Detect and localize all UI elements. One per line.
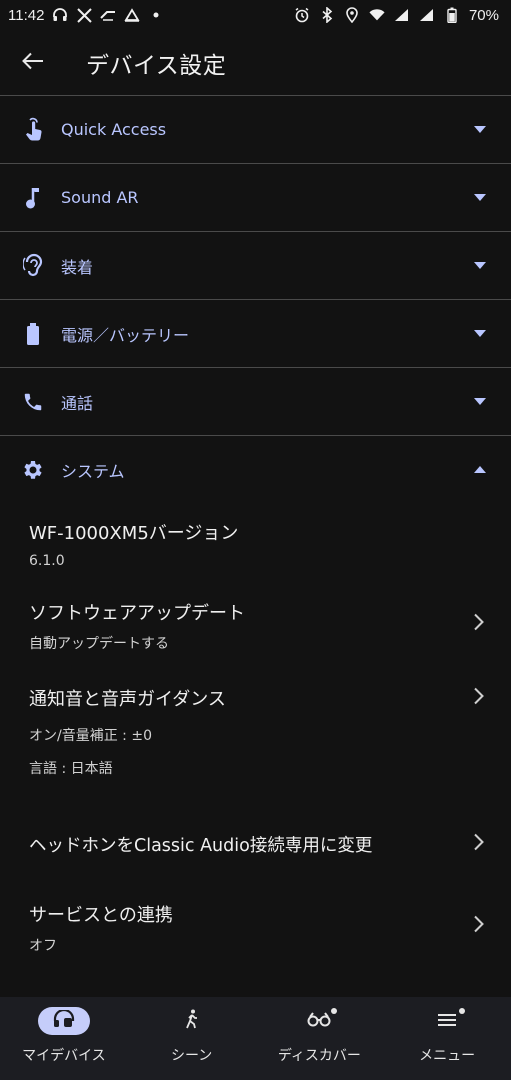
status-time: 11:42 xyxy=(8,6,45,24)
arrow-back-icon xyxy=(22,52,44,74)
notification-language-status: 言語 : 日本語 xyxy=(29,761,113,777)
notification-dot-icon xyxy=(459,1008,466,1014)
caret-down-icon xyxy=(473,329,487,339)
firmware-version-item: WF-1000XM5バージョン 6.1.0 xyxy=(29,503,511,569)
software-update-title: ソフトウェアアップデート xyxy=(29,603,245,624)
nav-label: メニュー xyxy=(419,1048,476,1064)
section-quick-access[interactable]: Quick Access xyxy=(0,96,511,163)
touch-icon xyxy=(20,117,46,143)
chevron-right-icon xyxy=(473,915,485,933)
x-logo-icon xyxy=(76,7,92,23)
section-label: 通話 xyxy=(61,393,94,413)
more-notifications-dot-icon xyxy=(148,7,164,23)
section-fit[interactable]: 装着 xyxy=(0,232,511,299)
firmware-version-title: WF-1000XM5バージョン xyxy=(29,523,239,544)
caret-down-icon xyxy=(473,397,487,407)
nav-icon-container xyxy=(293,1007,345,1035)
app-bar: デバイス設定 xyxy=(0,30,511,96)
alarm-icon xyxy=(294,7,310,23)
firmware-version-value: 6.1.0 xyxy=(29,553,65,569)
nav-label: ディスカバー xyxy=(277,1048,361,1064)
caret-down-icon xyxy=(473,125,487,135)
section-label: 装着 xyxy=(61,257,94,277)
status-bar: 11:42 70% xyxy=(0,0,511,30)
app-notification-icon-2 xyxy=(124,7,141,23)
nav-icon-container xyxy=(421,1007,473,1035)
signal-icon-2 xyxy=(419,7,435,23)
hamburger-menu-icon xyxy=(438,1012,457,1031)
notification-dot-icon xyxy=(331,1008,338,1014)
notification-voice-guidance-title: 通知音と音声ガイダンス xyxy=(29,689,226,710)
caret-down-icon xyxy=(473,261,487,271)
nav-discover[interactable]: ディスカバー xyxy=(256,997,384,1080)
battery-icon xyxy=(20,321,46,347)
gear-icon xyxy=(20,457,46,483)
binoculars-icon xyxy=(307,1011,331,1031)
location-icon xyxy=(344,7,360,23)
section-label: システム xyxy=(61,461,125,481)
music-note-icon xyxy=(20,185,46,211)
chevron-right-icon xyxy=(473,833,485,851)
phone-icon xyxy=(20,389,46,415)
settings-sections: Quick Access Sound AR 装着 電源／バッテリー 通話 システ… xyxy=(0,95,511,955)
signal-icon xyxy=(394,7,410,23)
page-title: デバイス設定 xyxy=(86,53,227,79)
section-system[interactable]: システム xyxy=(0,436,511,503)
nav-my-device[interactable]: マイデバイス xyxy=(0,997,128,1080)
service-linkage-status: オフ xyxy=(29,938,57,954)
app-notification-icon xyxy=(100,7,116,23)
notification-volume-status: オン/音量補正 : ±0 xyxy=(29,728,152,744)
caret-down-icon xyxy=(473,193,487,203)
section-calls[interactable]: 通話 xyxy=(0,368,511,435)
service-linkage-title: サービスとの連携 xyxy=(29,905,173,926)
nav-scene[interactable]: シーン xyxy=(128,997,256,1080)
classic-audio-title: ヘッドホンをClassic Audio接続専用に変更 xyxy=(29,836,373,856)
nav-icon-container xyxy=(166,1007,218,1035)
software-update-item[interactable]: ソフトウェアアップデート 自動アップデートする xyxy=(29,599,511,653)
nav-menu[interactable]: メニュー xyxy=(383,997,511,1080)
battery-percentage: 70% xyxy=(468,6,499,24)
back-button[interactable] xyxy=(0,30,66,96)
battery-status-icon xyxy=(444,7,460,23)
system-section-body: WF-1000XM5バージョン 6.1.0 ソフトウェアアップデート 自動アップ… xyxy=(0,503,511,955)
headphones-icon xyxy=(52,7,68,23)
chevron-right-icon xyxy=(473,687,485,705)
notification-voice-guidance-item[interactable]: 通知音と音声ガイダンス オン/音量補正 : ±0 言語 : 日本語 xyxy=(29,685,511,778)
nav-active-indicator xyxy=(37,1007,90,1035)
caret-up-icon xyxy=(473,465,487,475)
nav-label: シーン xyxy=(170,1048,213,1064)
classic-audio-item[interactable]: ヘッドホンをClassic Audio接続専用に変更 xyxy=(29,832,511,857)
ear-icon xyxy=(20,253,46,279)
service-linkage-item[interactable]: サービスとの連携 オフ xyxy=(29,901,511,955)
bluetooth-icon xyxy=(319,7,335,23)
chevron-right-icon xyxy=(473,613,485,631)
headphones-device-icon xyxy=(52,1008,76,1032)
walking-person-icon xyxy=(185,1009,199,1033)
software-update-status: 自動アップデートする xyxy=(29,636,169,652)
nav-label: マイデバイス xyxy=(22,1048,106,1064)
section-label: Quick Access xyxy=(61,120,167,139)
section-label: 電源／バッテリー xyxy=(61,325,190,345)
section-sound-ar[interactable]: Sound AR xyxy=(0,164,511,231)
section-label: Sound AR xyxy=(61,188,139,207)
wifi-icon xyxy=(369,7,385,23)
section-power-battery[interactable]: 電源／バッテリー xyxy=(0,300,511,367)
bottom-navigation: マイデバイス シーン ディスカバー メニュー xyxy=(0,997,511,1080)
